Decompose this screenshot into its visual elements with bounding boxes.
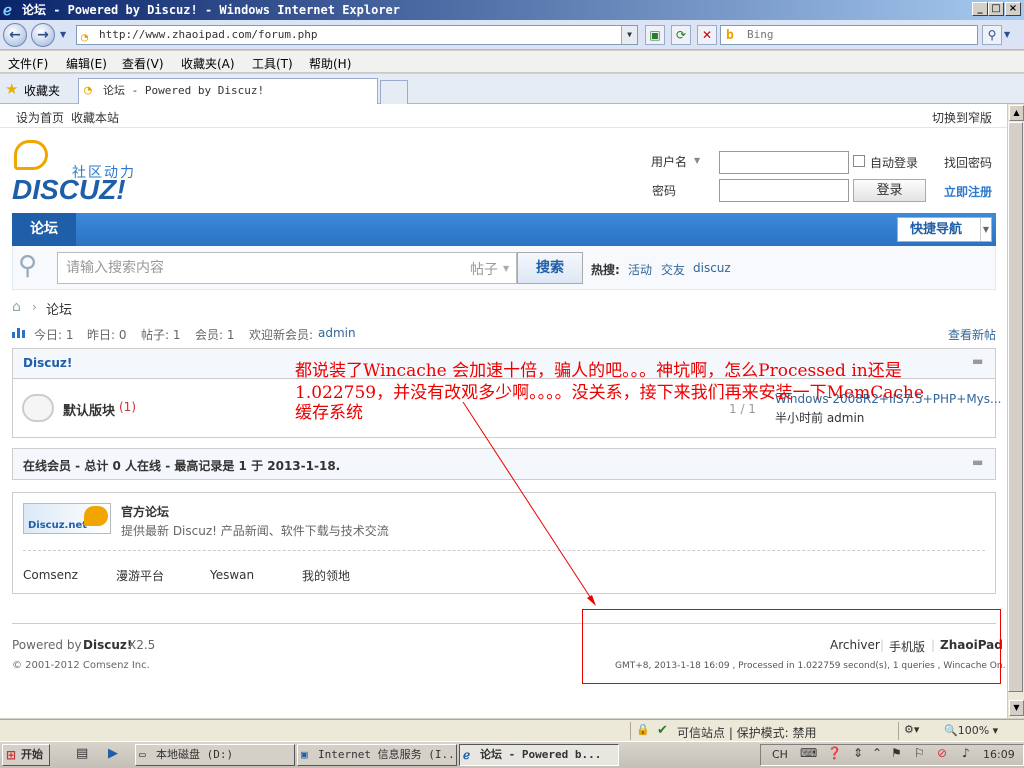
status-bar: 🔒 ✔ 可信站点 | 保护模式: 禁用 ⚙▾ 🔍100% ▾ [0,719,1024,741]
window-titlebar: ℯ 论坛 - Powered by Discuz! - Windows Inte… [0,0,1024,20]
close-button[interactable]: × [1005,2,1021,16]
tray-expand-icon[interactable]: ⇕ [853,746,863,760]
zoom-value: 100% [957,724,990,737]
trusted-check-icon: ✔ [657,723,668,738]
url-text: http://www.zhaoipad.com/forum.php [99,28,318,41]
menu-edit[interactable]: 编辑(E) [66,55,107,72]
maximize-button[interactable]: □ [988,2,1004,16]
menu-favorites[interactable]: 收藏夹(A) [181,55,235,72]
security-icon: 🔒 [636,723,650,736]
drive-icon: ▭ [139,748,146,761]
bing-icon: b [726,28,734,43]
flag-icon[interactable]: ⚑ [891,746,902,760]
favorites-star-icon: ★ [5,80,19,98]
annotation-text-line: 都说装了Wincache 会加速十倍，骗人的吧。。。神坑啊，怎么Processe… [295,361,902,381]
annotation-text-line: 缓存系统 [295,403,363,423]
menu-file[interactable]: 文件(F) [8,55,48,72]
security-zone-text[interactable]: 可信站点 | 保护模式: 禁用 [677,724,817,741]
input-language[interactable]: CH [772,748,788,761]
help-icon[interactable]: ❓ [827,746,842,760]
clock[interactable]: 16:09 [983,748,1015,761]
stop-icon[interactable]: ✕ [697,25,717,45]
url-input[interactable]: ◔ http://www.zhaoipad.com/forum.php ▼ [76,25,638,45]
ie-icon: ℯ [3,1,12,19]
forward-button[interactable]: → [31,23,55,47]
addon-icon[interactable]: ⚙▾ [904,723,919,736]
menu-help[interactable]: 帮助(H) [309,55,351,72]
zoom-level[interactable]: 🔍100% ▾ [944,724,998,737]
menu-tools[interactable]: 工具(T) [252,55,293,72]
refresh-icon[interactable]: ⟳ [671,25,691,45]
search-options-icon[interactable]: ▼ [1004,30,1010,39]
task-label: Internet 信息服务 (I... [318,748,457,761]
compat-view-icon[interactable]: ▣ [645,25,665,45]
annotation-arrow [462,401,596,606]
search-go-icon[interactable]: ⚲ [982,25,1002,45]
tray-up-icon[interactable]: ⌃ [872,746,882,760]
url-dropdown-icon[interactable]: ▼ [621,26,637,44]
scroll-up-icon[interactable]: ▲ [1009,105,1024,121]
minimize-button[interactable]: _ [972,2,988,16]
start-label: 开始 [21,748,43,761]
action-center-icon[interactable]: ⚐ [914,746,925,760]
task-ie-forum[interactable]: ℯ 论坛 - Powered b... [459,744,619,766]
network-icon[interactable]: ⊘ [937,746,947,760]
back-button[interactable]: ← [3,23,27,47]
task-label: 论坛 - Powered b... [480,748,602,761]
ie-task-icon: ℯ [463,748,471,762]
scroll-down-icon[interactable]: ▼ [1009,700,1024,716]
quicklaunch-server-icon[interactable]: ▤ [76,746,88,761]
search-provider-input[interactable]: b Bing [720,25,978,45]
quicklaunch-powershell-icon[interactable]: ▶ [108,746,118,761]
task-local-disk[interactable]: ▭ 本地磁盘 (D:) [135,744,295,766]
browser-tab[interactable]: ◔ 论坛 - Powered by Discuz! [78,78,378,104]
start-button[interactable]: ⊞ 开始 [2,744,50,766]
history-dropdown-icon[interactable]: ▼ [60,30,66,39]
menu-view[interactable]: 查看(V) [122,55,164,72]
new-tab-button[interactable] [380,80,408,104]
task-iis-manager[interactable]: ▣ Internet 信息服务 (I... [297,744,457,766]
favorites-button[interactable]: 收藏夹 [24,82,60,99]
annotation-text-line: 1.022759，并没有改观多少啊。。。。没关系，接下来我们再来安装一下MemC… [295,383,924,403]
windows-logo-icon: ⊞ [6,748,17,762]
tab-title: 论坛 - Powered by Discuz! [103,84,265,97]
menu-bar: 文件(F) 编辑(E) 查看(V) 收藏夹(A) 工具(T) 帮助(H) [0,51,1024,73]
tab-favicon-icon: ◔ [84,83,92,98]
keyboard-icon[interactable]: ⌨ [800,746,817,760]
iis-icon: ▣ [301,748,308,761]
volume-icon[interactable]: ♪ [962,746,970,760]
site-favicon-icon: ◔ [81,30,89,44]
web-page: 设为首页 收藏本站 切换到窄版 社区动力 DISCUZ! 用户名 ▼ 自动登录 … [0,104,1007,718]
search-provider-text: Bing [747,28,774,41]
scrollbar-thumb[interactable] [1008,122,1023,692]
task-label: 本地磁盘 (D:) [156,748,234,761]
window-title: 论坛 - Powered by Discuz! - Windows Intern… [22,3,401,17]
